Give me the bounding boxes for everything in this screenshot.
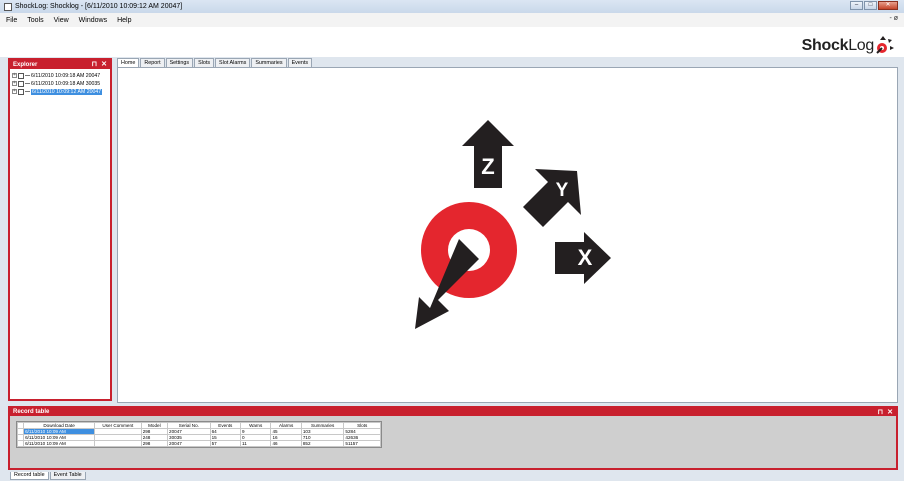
home-content: Z Y X [117, 67, 898, 403]
x-axis-label: X [578, 245, 593, 270]
window-controls: – □ ✕ [850, 1, 898, 10]
x-axis-arrow-icon: X [555, 232, 611, 284]
record-table-title: Record table [13, 409, 50, 415]
tab-events[interactable]: Events [287, 58, 313, 67]
record-icon [18, 88, 24, 95]
menu-help[interactable]: Help [117, 17, 131, 24]
tree-item[interactable]: + 6/11/2010 10:09:18 AM 30035 [12, 80, 108, 87]
table-cell[interactable]: 6/11/2010 10:09 AM [23, 440, 96, 447]
record-icon [18, 72, 24, 79]
tree-item-selected[interactable]: + 6/11/2010 10:09:12 AM 20047 [12, 88, 108, 95]
table-cell[interactable]: 57 [209, 440, 242, 447]
logo-mark-icon [876, 36, 894, 54]
table-cell[interactable]: 46 [270, 440, 302, 447]
record-icon [18, 80, 24, 87]
table-cell[interactable]: 852 [300, 440, 345, 447]
app-icon [4, 2, 12, 11]
record-grid: Download Date User Comment Model Serial … [16, 421, 382, 448]
table-cell[interactable]: 298 [140, 440, 169, 447]
pin-icon[interactable]: ⊓ [92, 60, 97, 69]
table-cell[interactable]: 51157 [343, 440, 381, 447]
title-bar: ShockLog: Shocklog - [6/11/2010 10:09:12… [0, 0, 904, 13]
shocklog-logo: ShockLog [802, 36, 894, 56]
table-cell[interactable]: 20047 [167, 440, 211, 447]
menu-tools[interactable]: Tools [27, 17, 43, 24]
tree-connector [25, 91, 30, 92]
tab-summaries[interactable]: Summaries [251, 58, 287, 67]
menu-file[interactable]: File [6, 17, 17, 24]
tab-record-table[interactable]: Record table [10, 472, 49, 480]
maximize-button[interactable]: □ [864, 1, 877, 10]
explorer-header-icons: ⊓ ✕ [92, 60, 107, 69]
tab-slots[interactable]: Slots [194, 58, 215, 67]
bottom-tabs: Record table Event Table [10, 472, 87, 480]
table-row[interactable]: 6/11/2010 10:09 AM 298 20047 57 11 46 85… [16, 440, 381, 447]
expand-icon[interactable]: + [12, 89, 17, 94]
record-table-header-icons: ⊓ ✕ [878, 408, 893, 417]
tree-item-label: 6/11/2010 10:09:18 AM 30035 [31, 80, 101, 87]
tree-item[interactable]: + 6/11/2010 10:09:18 AM 20047 [12, 72, 108, 79]
tree-item-label: 6/11/2010 10:09:18 AM 20047 [31, 72, 101, 79]
close-icon[interactable]: ✕ [887, 408, 893, 417]
tree-connector [25, 83, 30, 84]
y-axis-arrow-icon: Y [523, 169, 581, 227]
minimize-button[interactable]: – [850, 1, 863, 10]
expand-icon[interactable]: + [12, 73, 17, 78]
logo-text-light: Log [848, 37, 874, 54]
y-axis-label: Y [556, 180, 569, 201]
menu-view[interactable]: View [54, 17, 69, 24]
tab-event-table[interactable]: Event Table [49, 472, 86, 480]
tab-report[interactable]: Report [140, 58, 165, 67]
tab-slot-alarms[interactable]: Slot Alarms [215, 58, 251, 67]
logo-text-bold: Shock [801, 37, 849, 54]
explorer-panel: Explorer ⊓ ✕ + 6/11/2010 10:09:18 AM 200… [8, 58, 112, 401]
logo-text: ShockLog [801, 37, 875, 55]
close-icon[interactable]: ✕ [101, 60, 107, 69]
expand-icon[interactable]: + [12, 81, 17, 86]
table-cell[interactable]: 11 [240, 440, 272, 447]
menu-windows[interactable]: Windows [79, 17, 107, 24]
explorer-header: Explorer ⊓ ✕ [10, 60, 110, 69]
record-table-header: Record table ⊓ ✕ [10, 408, 896, 416]
mdi-window-controls[interactable]: - ø [889, 15, 898, 22]
logo-band [0, 27, 904, 57]
z-axis-label: Z [481, 154, 494, 179]
explorer-tree: + 6/11/2010 10:09:18 AM 20047 + 6/11/201… [10, 69, 110, 99]
axes-graphic: Z Y X [415, 120, 611, 329]
menu-bar: File Tools View Windows Help [0, 13, 904, 27]
record-table-panel: Record table ⊓ ✕ Download Date User Comm… [8, 406, 898, 470]
document-tabs: Home Report Settings Slots Slot Alarms S… [117, 58, 898, 67]
window-title: ShockLog: Shocklog - [6/11/2010 10:09:12… [15, 3, 183, 10]
tab-settings[interactable]: Settings [165, 58, 194, 67]
pin-icon[interactable]: ⊓ [878, 408, 883, 417]
close-button[interactable]: ✕ [878, 1, 898, 10]
tab-home[interactable]: Home [117, 58, 140, 67]
explorer-title: Explorer [13, 61, 38, 68]
tree-connector [25, 75, 30, 76]
tree-item-label: 6/11/2010 10:09:12 AM 20047 [31, 88, 103, 95]
table-cell[interactable] [94, 440, 142, 447]
z-axis-arrow-icon: Z [462, 120, 514, 188]
